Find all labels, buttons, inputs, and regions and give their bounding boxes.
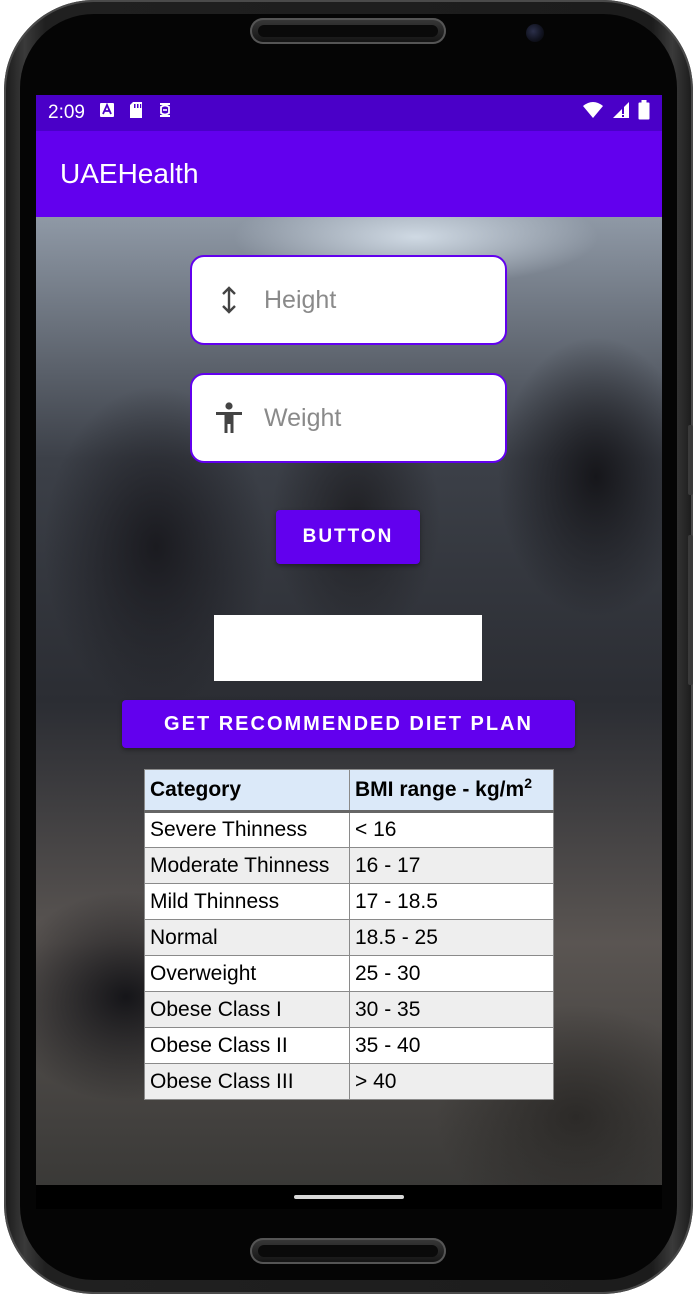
navigation-bar: [36, 1185, 662, 1209]
row-range: 35 - 40: [349, 1027, 554, 1064]
status-time: 2:09: [48, 102, 85, 123]
top-speaker: [250, 18, 446, 44]
row-range: 16 - 17: [349, 847, 554, 884]
row-range: < 16: [349, 811, 554, 848]
table-row: Moderate Thinness 16 - 17: [144, 847, 554, 884]
battery-icon: [638, 100, 650, 126]
weight-input[interactable]: [264, 403, 484, 433]
row-category: Obese Class II: [144, 1027, 350, 1064]
bmi-table: Category BMI range - kg/m2 Severe Thinne…: [144, 769, 554, 1100]
wifi-icon: [582, 101, 604, 125]
home-gesture-handle[interactable]: [294, 1195, 404, 1199]
row-range: 18.5 - 25: [349, 919, 554, 956]
table-row: Overweight 25 - 30: [144, 955, 554, 992]
header-category: Category: [144, 769, 350, 813]
row-category: Obese Class III: [144, 1063, 350, 1100]
table-row: Normal 18.5 - 25: [144, 919, 554, 956]
bottom-speaker: [250, 1238, 446, 1264]
font-icon: [99, 102, 115, 124]
table-row: Severe Thinness < 16: [144, 811, 554, 848]
volume-button: [688, 425, 693, 495]
weight-field[interactable]: [190, 373, 507, 463]
table-row: Mild Thinness 17 - 18.5: [144, 883, 554, 920]
sd-card-icon: [129, 101, 143, 125]
table-row: Obese Class I 30 - 35: [144, 991, 554, 1028]
height-field[interactable]: [190, 255, 507, 345]
row-range: 30 - 35: [349, 991, 554, 1028]
status-bar: 2:09: [36, 95, 662, 131]
person-icon: [212, 401, 246, 435]
main-content: BUTTON GET RECOMMENDED DIET PLAN Categor…: [36, 217, 662, 1185]
row-range: > 40: [349, 1063, 554, 1100]
row-range: 25 - 30: [349, 955, 554, 992]
row-category: Moderate Thinness: [144, 847, 350, 884]
height-input[interactable]: [264, 285, 484, 315]
device-screen: 2:09 UAEHealth Height Weight BUTTON GET …: [36, 95, 662, 1185]
debug-icon: [157, 101, 173, 125]
diet-plan-button[interactable]: GET RECOMMENDED DIET PLAN: [122, 700, 575, 748]
bmi-result-box: [214, 615, 482, 681]
app-title: UAEHealth: [60, 158, 199, 189]
header-bmi-range-sup: 2: [524, 775, 532, 791]
vertical-arrows-icon: [212, 283, 246, 317]
row-category: Obese Class I: [144, 991, 350, 1028]
row-category: Normal: [144, 919, 350, 956]
front-camera: [526, 24, 544, 42]
power-button: [688, 535, 693, 685]
row-category: Severe Thinness: [144, 811, 350, 848]
calculate-button[interactable]: BUTTON: [276, 510, 420, 564]
table-row: Obese Class III > 40: [144, 1063, 554, 1100]
table-header-row: Category BMI range - kg/m2: [144, 769, 554, 813]
signal-icon: [612, 101, 630, 125]
row-category: Mild Thinness: [144, 883, 350, 920]
row-range: 17 - 18.5: [349, 883, 554, 920]
app-bar: UAEHealth: [36, 131, 662, 217]
table-row: Obese Class II 35 - 40: [144, 1027, 554, 1064]
row-category: Overweight: [144, 955, 350, 992]
header-bmi-range: BMI range - kg/m2: [349, 769, 554, 813]
